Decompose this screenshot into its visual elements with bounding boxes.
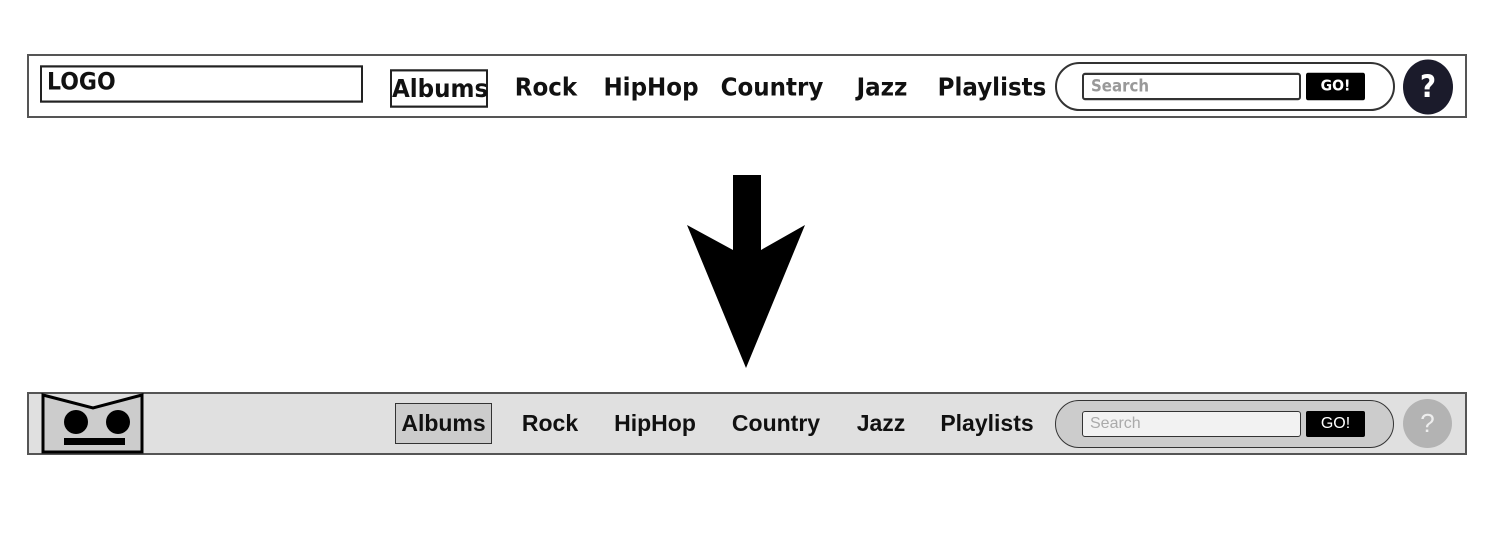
- help-button[interactable]: ?: [1403, 399, 1452, 448]
- nav-playlists[interactable]: Playlists: [932, 408, 1042, 438]
- nav-country[interactable]: Country: [721, 408, 831, 438]
- nav-albums[interactable]: Albums: [395, 403, 492, 444]
- search-placeholder: Search: [1090, 415, 1141, 432]
- nav-hiphop[interactable]: HipHop: [605, 408, 705, 438]
- go-button[interactable]: GO!: [1306, 411, 1365, 437]
- search-input[interactable]: Search: [1082, 411, 1301, 437]
- nav-rock[interactable]: Rock: [510, 408, 590, 438]
- robot-face-logo[interactable]: [40, 392, 145, 455]
- nav-jazz[interactable]: Jazz: [846, 408, 916, 438]
